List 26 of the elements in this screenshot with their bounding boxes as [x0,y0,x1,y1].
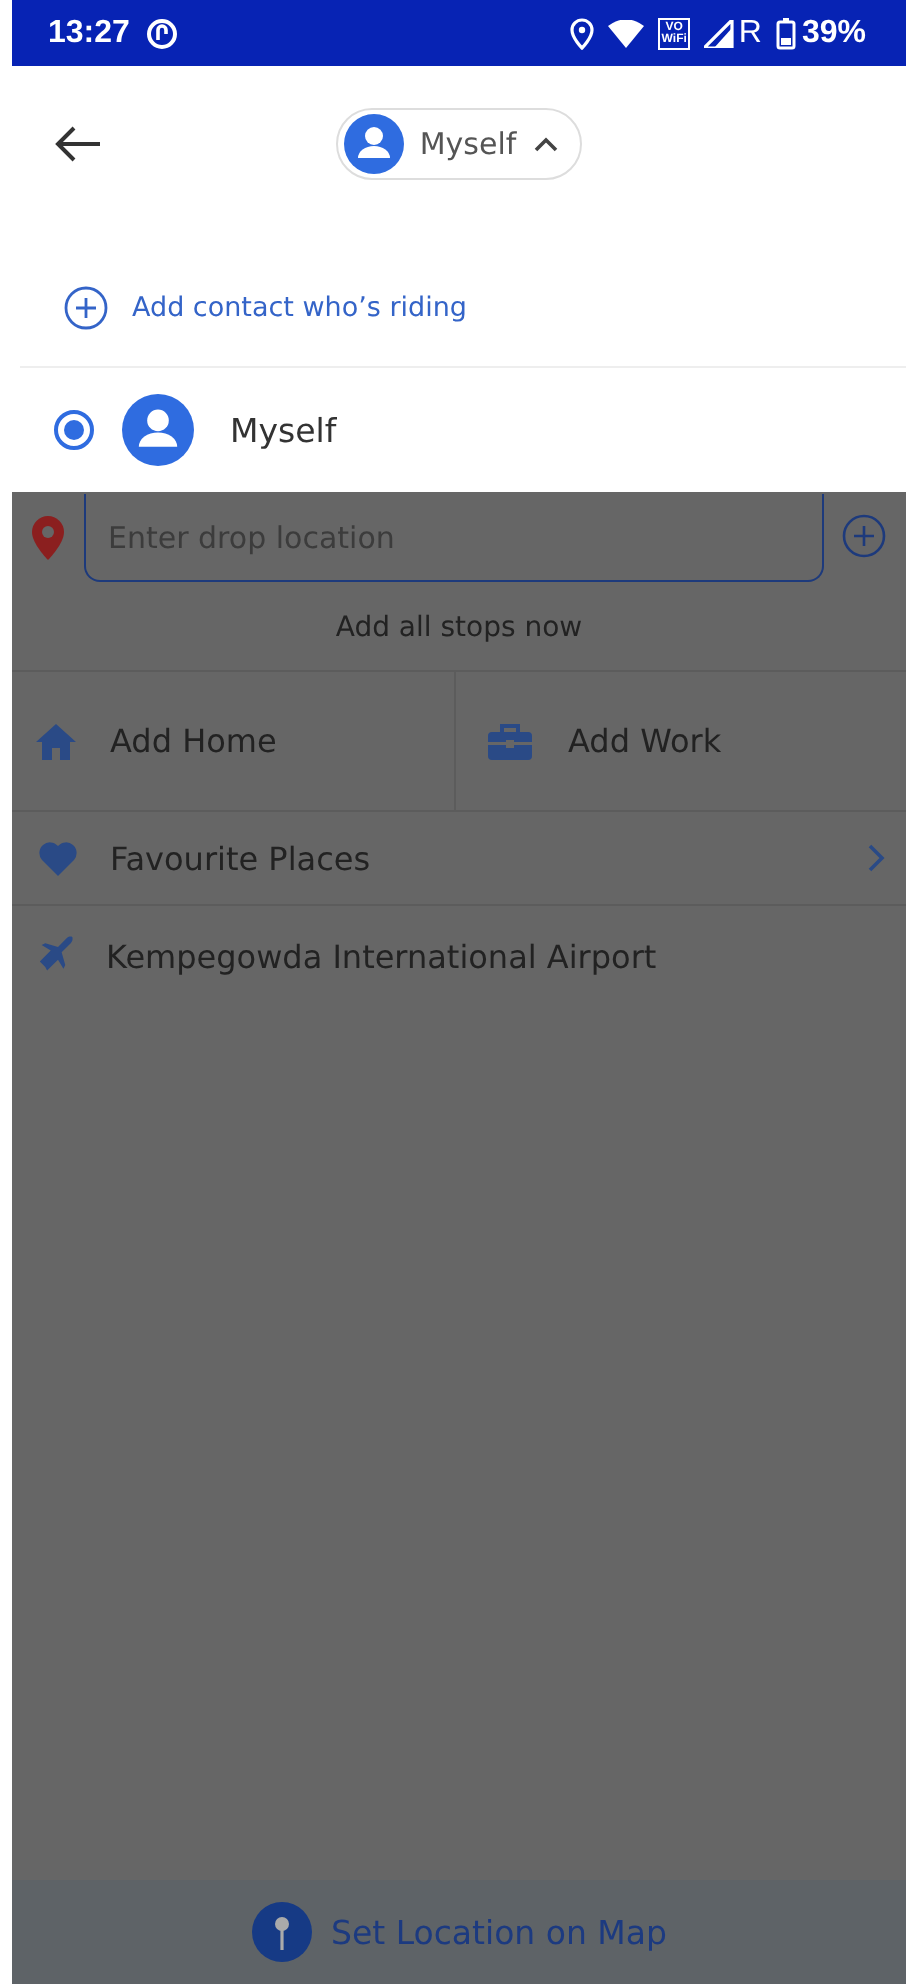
favourite-places-item[interactable]: Favourite Places [12,812,906,904]
briefcase-icon [488,721,532,761]
heart-icon [38,840,78,876]
person-avatar-icon [343,114,404,174]
add-stops-link[interactable]: Add all stops now [335,584,583,670]
battery-icon [775,17,796,49]
clock: 13:27 [48,15,130,51]
house-icon [36,721,80,761]
person-avatar-icon [122,394,194,466]
add-home-button[interactable]: Add Home [12,672,454,810]
add-work-button[interactable]: Add Work [454,672,906,810]
plus-circle-icon [842,513,886,557]
sync-icon [145,17,178,49]
map-pin-icon [251,1902,311,1962]
location-icon [569,17,594,49]
battery-level: 39% [801,15,866,51]
signal-icon [704,19,735,47]
wifi-icon [607,19,644,47]
radio-button[interactable] [54,410,94,450]
location-pin-icon [30,514,66,562]
network-label: R [738,15,762,51]
plus-circle-icon [64,285,108,329]
airplane-icon [38,936,78,976]
chevron-right-icon [866,842,886,874]
suggestion-item[interactable]: Kempegowda International Airport [12,906,906,1006]
rider-selector[interactable]: Myself [335,108,583,180]
